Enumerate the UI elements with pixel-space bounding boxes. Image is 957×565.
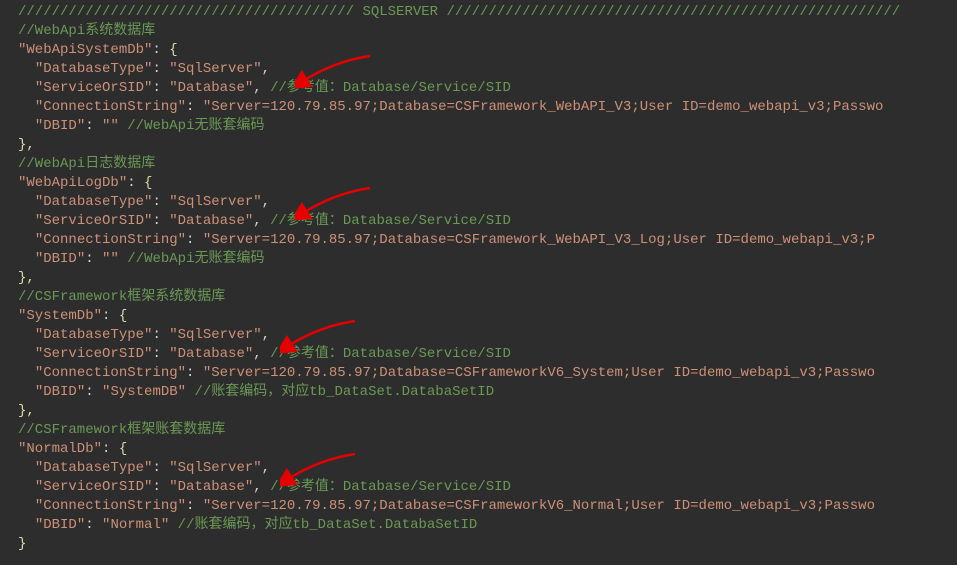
code-line[interactable]: "DatabaseType": "SqlServer", <box>18 326 957 345</box>
json-key: "DBID" <box>35 251 85 267</box>
brace: }, <box>18 403 35 419</box>
inline-comment: //参考值：Database/Service/SID <box>270 213 511 229</box>
brace: { <box>119 308 127 324</box>
json-value: "SqlServer" <box>169 194 261 210</box>
code-editor[interactable]: ////////////////////////////////////////… <box>18 3 957 554</box>
json-key: "SystemDb" <box>18 308 102 324</box>
code-line[interactable]: //WebApi系统数据库 <box>18 22 957 41</box>
json-value: "Database" <box>169 80 253 96</box>
json-key: "WebApiSystemDb" <box>18 42 152 58</box>
inline-comment: //参考值：Database/Service/SID <box>270 346 511 362</box>
code-line[interactable]: "NormalDb": { <box>18 440 957 459</box>
json-key: "ServiceOrSID" <box>35 80 153 96</box>
json-value: "Server=120.79.85.97;Database=CSFramewor… <box>203 232 875 248</box>
json-key: "ConnectionString" <box>35 365 186 381</box>
code-line[interactable]: "DBID": "SystemDB" //账套编码，对应tb_DataSet.D… <box>18 383 957 402</box>
json-value: "Server=120.79.85.97;Database=CSFramewor… <box>203 99 884 115</box>
inline-comment: //账套编码，对应tb_DataSet.DatabaSetID <box>178 517 478 533</box>
code-line[interactable]: "WebApiSystemDb": { <box>18 41 957 60</box>
brace: } <box>18 536 26 552</box>
code-line[interactable]: "ServiceOrSID": "Database", //参考值：Databa… <box>18 478 957 497</box>
code-line[interactable]: //CSFramework框架系统数据库 <box>18 288 957 307</box>
code-line[interactable]: ////////////////////////////////////////… <box>18 3 957 22</box>
json-value: "Server=120.79.85.97;Database=CSFramewor… <box>203 498 875 514</box>
code-line[interactable]: //WebApi日志数据库 <box>18 155 957 174</box>
json-key: "DBID" <box>35 517 85 533</box>
json-key: "DatabaseType" <box>35 194 153 210</box>
json-key: "ConnectionString" <box>35 498 186 514</box>
code-line[interactable]: "ServiceOrSID": "Database", //参考值：Databa… <box>18 345 957 364</box>
code-line[interactable]: "SystemDb": { <box>18 307 957 326</box>
json-key: "NormalDb" <box>18 441 102 457</box>
code-line[interactable]: "DatabaseType": "SqlServer", <box>18 459 957 478</box>
inline-comment: //WebApi无账套编码 <box>127 118 264 134</box>
code-line[interactable]: "DBID": "" //WebApi无账套编码 <box>18 250 957 269</box>
inline-comment: //账套编码，对应tb_DataSet.DatabaSetID <box>194 384 494 400</box>
json-value: "Database" <box>169 346 253 362</box>
json-key: "DBID" <box>35 384 85 400</box>
json-key: "DatabaseType" <box>35 460 153 476</box>
code-line[interactable]: }, <box>18 402 957 421</box>
json-value: "SystemDB" <box>102 384 186 400</box>
code-line[interactable]: "ConnectionString": "Server=120.79.85.97… <box>18 231 957 250</box>
json-key: "ServiceOrSID" <box>35 346 153 362</box>
json-value: "SqlServer" <box>169 327 261 343</box>
json-key: "DatabaseType" <box>35 61 153 77</box>
code-line[interactable]: "DBID": "Normal" //账套编码，对应tb_DataSet.Dat… <box>18 516 957 535</box>
comment-text: //CSFramework框架系统数据库 <box>18 289 225 305</box>
code-line[interactable]: }, <box>18 136 957 155</box>
json-key: "WebApiLogDb" <box>18 175 127 191</box>
brace: { <box>169 42 177 58</box>
json-value: "SqlServer" <box>169 460 261 476</box>
code-line[interactable]: "DatabaseType": "SqlServer", <box>18 60 957 79</box>
json-key: "ServiceOrSID" <box>35 213 153 229</box>
json-key: "ServiceOrSID" <box>35 479 153 495</box>
comment-text: //WebApi系统数据库 <box>18 23 155 39</box>
code-line[interactable]: //CSFramework框架账套数据库 <box>18 421 957 440</box>
comment-text: ////////////////////////////////////////… <box>18 4 900 20</box>
brace: { <box>119 441 127 457</box>
inline-comment: //参考值：Database/Service/SID <box>270 80 511 96</box>
json-key: "DatabaseType" <box>35 327 153 343</box>
code-line[interactable]: "DatabaseType": "SqlServer", <box>18 193 957 212</box>
json-value: "Normal" <box>102 517 169 533</box>
json-value: "Database" <box>169 213 253 229</box>
json-value: "" <box>102 118 119 134</box>
code-line[interactable]: "ServiceOrSID": "Database", //参考值：Databa… <box>18 212 957 231</box>
code-line[interactable]: "ConnectionString": "Server=120.79.85.97… <box>18 497 957 516</box>
brace: }, <box>18 137 35 153</box>
json-value: "Database" <box>169 479 253 495</box>
comment-text: //WebApi日志数据库 <box>18 156 155 172</box>
json-key: "ConnectionString" <box>35 99 186 115</box>
json-value: "" <box>102 251 119 267</box>
code-line[interactable]: } <box>18 535 957 554</box>
code-line[interactable]: "ServiceOrSID": "Database", //参考值：Databa… <box>18 79 957 98</box>
code-line[interactable]: "ConnectionString": "Server=120.79.85.97… <box>18 98 957 117</box>
code-line[interactable]: }, <box>18 269 957 288</box>
code-line[interactable]: "ConnectionString": "Server=120.79.85.97… <box>18 364 957 383</box>
brace: }, <box>18 270 35 286</box>
json-value: "Server=120.79.85.97;Database=CSFramewor… <box>203 365 875 381</box>
code-line[interactable]: "WebApiLogDb": { <box>18 174 957 193</box>
brace: { <box>144 175 152 191</box>
inline-comment: //参考值：Database/Service/SID <box>270 479 511 495</box>
code-line[interactable]: "DBID": "" //WebApi无账套编码 <box>18 117 957 136</box>
comment-text: //CSFramework框架账套数据库 <box>18 422 225 438</box>
json-key: "DBID" <box>35 118 85 134</box>
json-key: "ConnectionString" <box>35 232 186 248</box>
json-value: "SqlServer" <box>169 61 261 77</box>
inline-comment: //WebApi无账套编码 <box>127 251 264 267</box>
